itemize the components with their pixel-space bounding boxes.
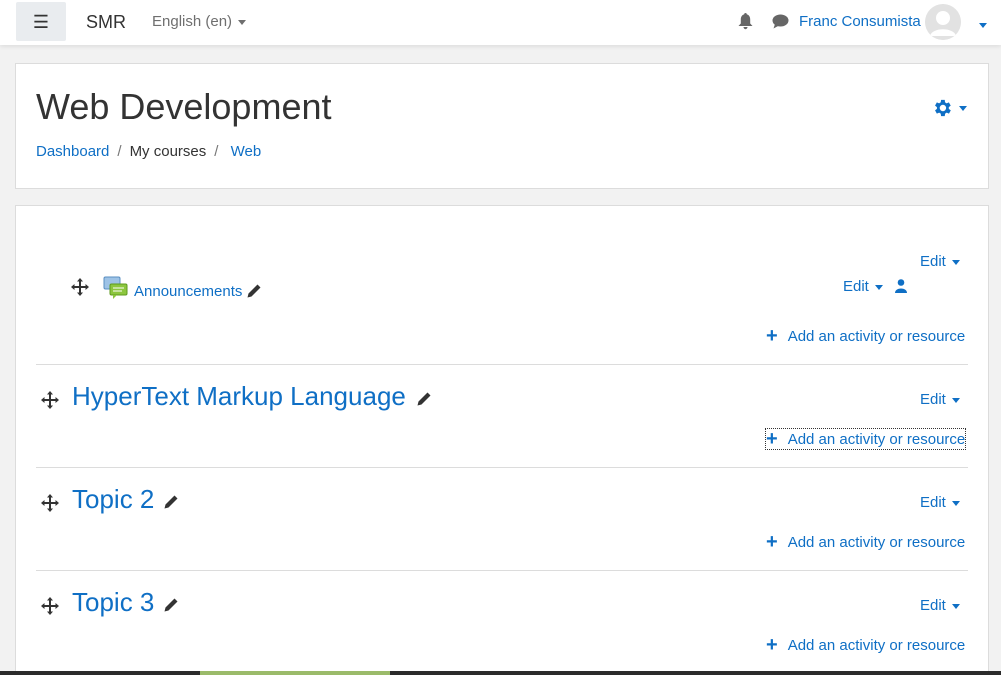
user-roles-icon[interactable] bbox=[895, 279, 907, 293]
pencil-icon[interactable] bbox=[417, 392, 431, 406]
breadcrumb-web[interactable]: Web bbox=[231, 143, 262, 160]
section-divider bbox=[36, 570, 968, 571]
plus-icon: + bbox=[766, 325, 778, 347]
language-menu[interactable]: English (en) bbox=[152, 13, 247, 30]
chevron-down-icon bbox=[959, 105, 967, 111]
chevron-down-icon bbox=[951, 259, 960, 265]
general-section-edit-menu[interactable]: Edit bbox=[920, 253, 960, 270]
move-icon[interactable] bbox=[41, 391, 59, 409]
plus-icon: + bbox=[766, 634, 778, 656]
move-icon[interactable] bbox=[41, 494, 59, 512]
section-divider bbox=[36, 364, 968, 365]
chevron-down-icon bbox=[951, 603, 960, 609]
course-settings-menu[interactable] bbox=[931, 97, 967, 119]
activity-edit-menu[interactable]: Edit bbox=[843, 278, 883, 295]
user-name[interactable]: Franc Consumista bbox=[799, 13, 921, 30]
forum-icon bbox=[103, 276, 128, 299]
chevron-down-icon bbox=[238, 19, 247, 25]
gear-icon bbox=[935, 99, 951, 117]
chevron-down-icon bbox=[951, 500, 960, 506]
section-edit-menu[interactable]: Edit bbox=[920, 597, 960, 614]
section-title-topic-2[interactable]: Topic 2 bbox=[72, 484, 154, 515]
chevron-down-icon bbox=[874, 284, 883, 290]
move-icon[interactable] bbox=[41, 597, 59, 615]
course-content: Edit Announcements Edit + Add an activity… bbox=[15, 205, 989, 675]
site-brand[interactable]: SMR bbox=[86, 12, 126, 33]
hamburger-icon: ☰ bbox=[32, 11, 50, 32]
activity-announcements-link[interactable]: Announcements bbox=[134, 283, 242, 300]
plus-icon: + bbox=[766, 531, 778, 553]
add-activity-button-section-3[interactable]: + Add an activity or resource bbox=[766, 635, 965, 655]
notifications-bell-icon[interactable] bbox=[738, 13, 753, 35]
top-navbar: ☰ SMR English (en) Franc Consumista bbox=[0, 0, 1001, 45]
pencil-icon[interactable] bbox=[164, 495, 178, 509]
user-menu-chevron-down-icon[interactable] bbox=[979, 17, 987, 35]
add-activity-button-section-1[interactable]: + Add an activity or resource bbox=[764, 428, 967, 450]
section-title-html[interactable]: HyperText Markup Language bbox=[72, 381, 406, 412]
add-activity-button-general[interactable]: + Add an activity or resource bbox=[766, 326, 965, 346]
plus-icon: + bbox=[766, 428, 778, 450]
language-label: English (en) bbox=[152, 13, 233, 30]
pencil-icon[interactable] bbox=[164, 598, 178, 612]
avatar[interactable] bbox=[925, 4, 961, 40]
chevron-down-icon bbox=[951, 397, 960, 403]
section-edit-menu[interactable]: Edit bbox=[920, 494, 960, 511]
section-divider bbox=[36, 467, 968, 468]
section-title-topic-3[interactable]: Topic 3 bbox=[72, 587, 154, 618]
page-title: Web Development bbox=[36, 86, 332, 127]
pencil-icon[interactable] bbox=[247, 284, 261, 298]
drawer-toggle-button[interactable]: ☰ bbox=[16, 2, 66, 41]
page-header: Web Development Dashboard / My courses / We… bbox=[15, 63, 989, 189]
messages-chat-icon[interactable] bbox=[772, 14, 789, 34]
breadcrumb: Dashboard / My courses / Web bbox=[36, 143, 262, 160]
add-activity-button-section-2[interactable]: + Add an activity or resource bbox=[766, 532, 965, 552]
breadcrumb-my-courses: My courses bbox=[129, 143, 207, 160]
section-edit-menu[interactable]: Edit bbox=[920, 391, 960, 408]
breadcrumb-dashboard[interactable]: Dashboard bbox=[36, 143, 109, 160]
taskbar-strip bbox=[0, 671, 1001, 675]
move-icon[interactable] bbox=[71, 278, 89, 296]
